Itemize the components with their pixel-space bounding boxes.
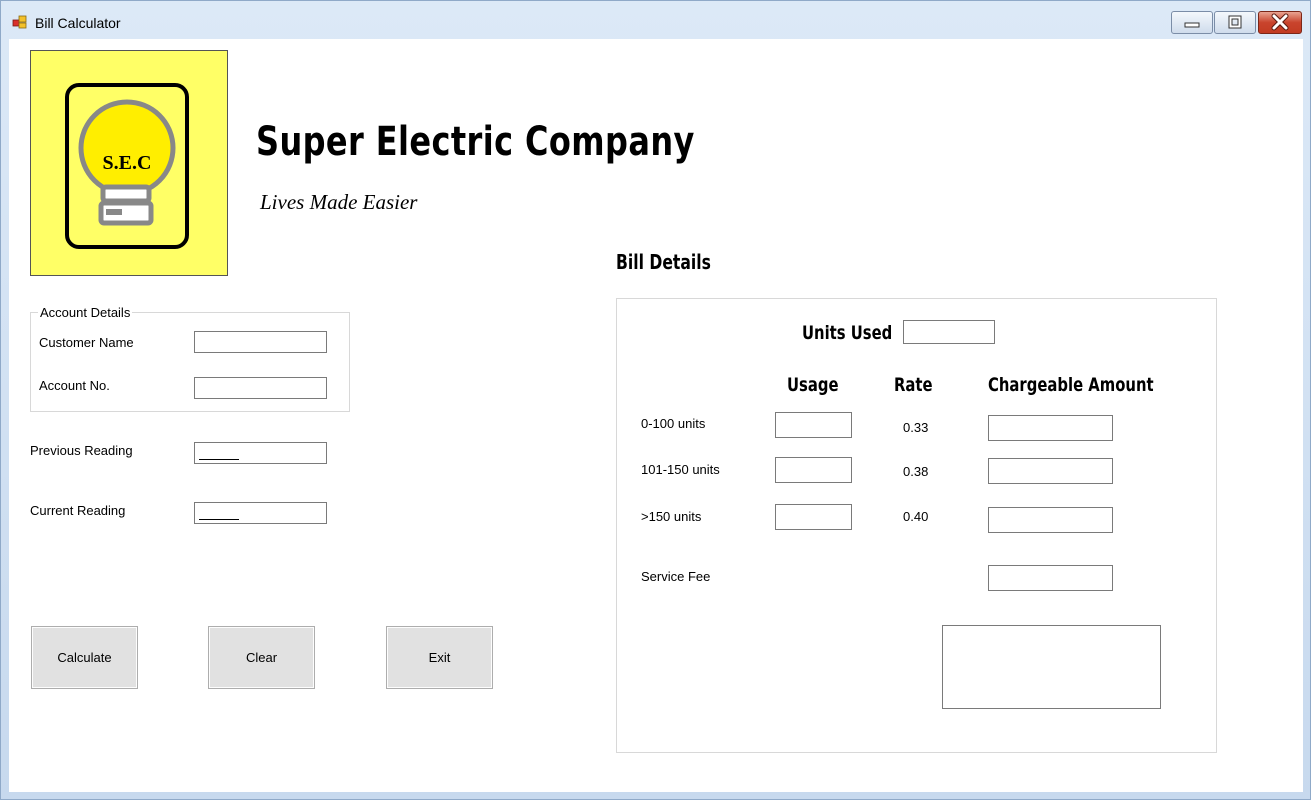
tier-3-usage-input[interactable] bbox=[776, 505, 851, 529]
masked-input-placeholder bbox=[199, 459, 239, 460]
service-fee-label: Service Fee bbox=[641, 569, 711, 584]
tier-1-usage-field[interactable] bbox=[775, 412, 852, 438]
tier-2-amount-input[interactable] bbox=[989, 459, 1112, 483]
tier-3-rate: 0.40 bbox=[903, 509, 929, 524]
tier-3-label: >150 units bbox=[641, 509, 702, 524]
tier-3-usage-field[interactable] bbox=[775, 504, 852, 530]
app-window-icon bbox=[12, 14, 28, 30]
previous-reading-label: Previous Reading bbox=[30, 443, 133, 458]
lightbulb-logo-icon: S.E.C bbox=[65, 83, 189, 249]
tier-2-amount-field[interactable] bbox=[988, 458, 1113, 484]
title-bar[interactable]: Bill Calculator bbox=[1, 1, 1310, 39]
chargeable-amount-header: Chargeable Amount bbox=[988, 374, 1154, 396]
units-used-input[interactable] bbox=[904, 321, 994, 343]
account-no-label: Account No. bbox=[39, 378, 110, 393]
exit-button[interactable]: Exit bbox=[386, 626, 493, 689]
current-reading-field[interactable] bbox=[194, 502, 327, 524]
units-used-field[interactable] bbox=[903, 320, 995, 344]
bill-details-title: Bill Details bbox=[616, 250, 711, 274]
tier-1-label: 0-100 units bbox=[641, 416, 706, 431]
usage-header: Usage bbox=[787, 374, 839, 396]
company-logo: S.E.C bbox=[30, 50, 228, 276]
minimize-button[interactable] bbox=[1171, 11, 1213, 34]
customer-name-input[interactable] bbox=[195, 332, 326, 352]
account-no-field[interactable] bbox=[194, 377, 327, 399]
service-fee-input[interactable] bbox=[989, 566, 1112, 590]
previous-reading-field[interactable] bbox=[194, 442, 327, 464]
customer-name-field[interactable] bbox=[194, 331, 327, 353]
tier-3-amount-field[interactable] bbox=[988, 507, 1113, 533]
rate-header: Rate bbox=[894, 374, 933, 396]
total-amount-box[interactable] bbox=[942, 625, 1161, 709]
tier-2-label: 101-150 units bbox=[641, 462, 720, 477]
account-details-label: Account Details bbox=[38, 305, 133, 320]
tier-1-amount-field[interactable] bbox=[988, 415, 1113, 441]
clear-button[interactable]: Clear bbox=[208, 626, 315, 689]
tier-3-amount-input[interactable] bbox=[989, 508, 1112, 532]
maximize-icon bbox=[1228, 15, 1242, 29]
minimize-icon bbox=[1184, 22, 1200, 28]
current-reading-input[interactable] bbox=[195, 503, 326, 523]
tier-1-usage-input[interactable] bbox=[776, 413, 851, 437]
tier-2-rate: 0.38 bbox=[903, 464, 929, 479]
tier-1-amount-input[interactable] bbox=[989, 416, 1112, 440]
masked-input-placeholder bbox=[199, 519, 239, 520]
form-client-area: S.E.C Super Electric Company Lives Made … bbox=[9, 39, 1303, 792]
previous-reading-input[interactable] bbox=[195, 443, 326, 463]
tier-2-usage-input[interactable] bbox=[776, 458, 851, 482]
logo-text: S.E.C bbox=[103, 152, 152, 174]
maximize-button[interactable] bbox=[1214, 11, 1256, 34]
current-reading-label: Current Reading bbox=[30, 503, 126, 518]
company-name: Super Electric Company bbox=[256, 119, 695, 165]
app-window: Bill Calculator S.E.C Super Electric Com… bbox=[0, 0, 1311, 800]
customer-name-label: Customer Name bbox=[39, 335, 134, 350]
company-slogan: Lives Made Easier bbox=[260, 190, 418, 214]
tier-1-rate: 0.33 bbox=[903, 420, 929, 435]
window-title: Bill Calculator bbox=[35, 15, 121, 31]
units-used-label: Units Used bbox=[802, 322, 893, 344]
calculate-button[interactable]: Calculate bbox=[31, 626, 138, 689]
close-button[interactable] bbox=[1258, 11, 1302, 34]
close-icon bbox=[1271, 13, 1289, 31]
account-no-input[interactable] bbox=[195, 378, 326, 398]
tier-2-usage-field[interactable] bbox=[775, 457, 852, 483]
service-fee-field[interactable] bbox=[988, 565, 1113, 591]
